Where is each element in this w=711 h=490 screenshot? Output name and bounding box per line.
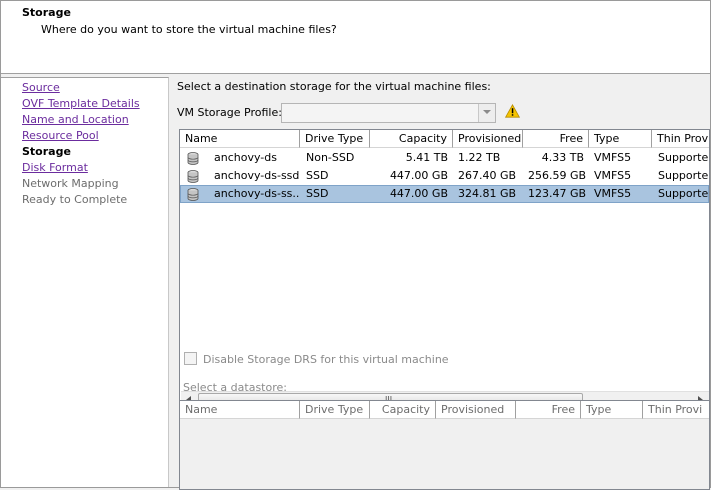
datastore-icon [187, 152, 199, 168]
cell-thin-provisioning: Supporte [658, 187, 709, 200]
wizard-header: Storage Where do you want to store the v… [1, 1, 710, 74]
col-header-provisioned[interactable]: Provisioned [453, 130, 523, 148]
cell-type: VMFS5 [594, 151, 632, 164]
nav-step-disk-format[interactable]: Disk Format [22, 161, 88, 174]
cell-capacity: 447.00 GB [389, 169, 448, 182]
col-header-name[interactable]: Name [180, 401, 300, 419]
nav-step-ovf-template-details[interactable]: OVF Template Details [22, 97, 140, 110]
cell-drive-type: SSD [306, 187, 329, 200]
select-datastore-label: Select a datastore: [183, 381, 287, 394]
cell-drive-type: Non-SSD [306, 151, 355, 164]
col-header-type[interactable]: Type [581, 401, 643, 419]
vm-storage-profile-label: VM Storage Profile: [177, 106, 282, 119]
page-subtitle: Where do you want to store the virtual m… [41, 23, 337, 36]
datastore-table-header: Name Drive Type Capacity Provisioned Fre… [180, 130, 709, 148]
cell-name: anchovy-ds-ss... [214, 187, 300, 200]
datastore-table: Name Drive Type Capacity Provisioned Fre… [179, 129, 710, 410]
warning-icon [504, 103, 521, 121]
cell-drive-type: SSD [306, 169, 329, 182]
cell-type: VMFS5 [594, 187, 632, 200]
col-header-thin-provisioning[interactable]: Thin Prov [652, 130, 709, 148]
col-header-drive-type[interactable]: Drive Type [300, 401, 370, 419]
cell-type: VMFS5 [594, 169, 632, 182]
datastore-icon [187, 170, 199, 186]
disable-storage-drs-label: Disable Storage DRS for this virtual mac… [203, 353, 449, 366]
cell-provisioned: 324.81 GB [458, 187, 517, 200]
col-header-provisioned[interactable]: Provisioned [436, 401, 516, 419]
col-header-free[interactable]: Free [516, 401, 581, 419]
col-header-thin-provisioning[interactable]: Thin Provi [643, 401, 709, 419]
storage-panel: Select a destination storage for the vir… [170, 75, 711, 490]
col-header-type[interactable]: Type [589, 130, 652, 148]
col-header-capacity[interactable]: Capacity [370, 401, 436, 419]
nav-step-ready-to-complete: Ready to Complete [22, 193, 128, 206]
col-header-name[interactable]: Name [180, 130, 300, 148]
disable-storage-drs-checkbox[interactable] [184, 352, 197, 365]
wizard-steps-nav: Source OVF Template Details Name and Loc… [1, 77, 169, 487]
cell-provisioned: 1.22 TB [458, 151, 501, 164]
col-header-capacity[interactable]: Capacity [370, 130, 453, 148]
nav-step-source[interactable]: Source [22, 81, 60, 94]
table-row[interactable]: anchovy-ds-ssd SSD 447.00 GB 267.40 GB 2… [180, 167, 709, 185]
cell-free: 123.47 GB [528, 187, 587, 200]
cell-free: 4.33 TB [541, 151, 584, 164]
cell-name: anchovy-ds-ssd [214, 169, 300, 182]
cell-thin-provisioning: Supporte [658, 169, 709, 182]
cell-capacity: 5.41 TB [405, 151, 448, 164]
table-row[interactable]: anchovy-ds Non-SSD 5.41 TB 1.22 TB 4.33 … [180, 149, 709, 167]
cell-free: 256.59 GB [528, 169, 587, 182]
cell-capacity: 447.00 GB [389, 187, 448, 200]
vm-storage-profile-select[interactable] [281, 103, 496, 123]
nav-step-resource-pool[interactable]: Resource Pool [22, 129, 99, 142]
nav-step-network-mapping: Network Mapping [22, 177, 119, 190]
page-title: Storage [22, 6, 71, 19]
cell-thin-provisioning: Supporte [658, 151, 709, 164]
datastore-cluster-table: Name Drive Type Capacity Provisioned Fre… [179, 400, 710, 490]
table-row-selected[interactable]: anchovy-ds-ss... SSD 447.00 GB 324.81 GB… [180, 185, 709, 203]
nav-step-name-and-location[interactable]: Name and Location [22, 113, 129, 126]
cell-provisioned: 267.40 GB [458, 169, 517, 182]
nav-step-storage: Storage [22, 145, 71, 158]
chevron-down-icon[interactable] [478, 104, 495, 122]
col-header-drive-type[interactable]: Drive Type [300, 130, 370, 148]
datastore-icon [187, 188, 199, 204]
storage-instruction: Select a destination storage for the vir… [177, 80, 491, 93]
col-header-free[interactable]: Free [523, 130, 589, 148]
cell-name: anchovy-ds [214, 151, 277, 164]
